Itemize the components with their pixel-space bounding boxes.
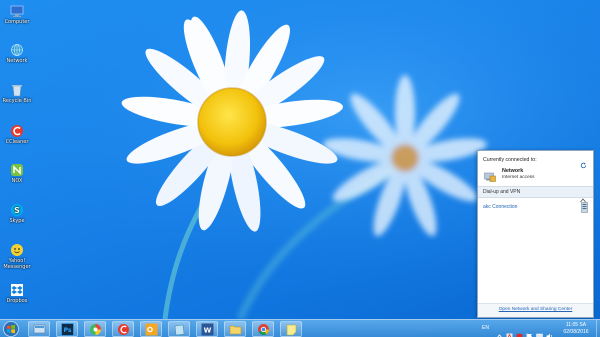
network-tray-icon[interactable] — [536, 325, 543, 337]
outlook-icon — [145, 323, 158, 336]
desktop-icon-label: Network — [6, 58, 28, 64]
language-indicator[interactable]: EN — [482, 325, 489, 331]
open-network-sharing-center-link[interactable]: Open Network and Sharing Center — [478, 304, 593, 312]
desktop-icon-label: Dropbox — [6, 298, 28, 304]
volume-icon[interactable] — [546, 325, 553, 337]
desktop-icon-label: CCleaner — [5, 139, 29, 145]
svg-text:S: S — [14, 206, 20, 215]
desktop-icon-network[interactable]: Network — [0, 43, 34, 64]
taskbar-outlook-button[interactable] — [140, 321, 162, 337]
vpn-connection-item[interactable]: akc Connection — [482, 202, 590, 214]
flyout-header: Currently connected to: — [483, 157, 537, 163]
desktop-icon-recycle-bin[interactable]: Recycle Bin — [0, 83, 34, 104]
connected-network-item[interactable]: Network Internet access — [482, 167, 590, 183]
yahoo-messenger-icon — [10, 243, 24, 257]
taskbar-color-app-button[interactable] — [84, 321, 106, 337]
svg-text:W: W — [204, 327, 212, 335]
desktop-icon-label: Yahoo! Messenger — [3, 258, 31, 270]
taskbar-notes-button[interactable] — [280, 321, 302, 337]
desktop-icon-label: Computer — [4, 19, 30, 25]
photoshop-icon: Ps — [61, 323, 74, 336]
desktop-icon-nox[interactable]: NOX — [0, 163, 34, 184]
action-center-flag-icon[interactable] — [526, 325, 533, 337]
nox-icon — [10, 163, 24, 177]
ccleaner-icon — [10, 124, 24, 138]
folder-icon — [229, 325, 242, 335]
network-status: Internet access — [502, 175, 535, 180]
chrome-color-icon — [90, 324, 101, 335]
word-icon: W — [201, 323, 214, 336]
taskbar: Ps W EN 11:05 SA 02/08/2016 — [0, 319, 600, 337]
connection-label: akc Connection — [483, 204, 518, 210]
clock-time: 11:05 SA — [565, 322, 587, 328]
taskbar-photoshop-button[interactable]: Ps — [56, 321, 78, 337]
taskbar-clock[interactable]: 11:05 SA 02/08/2016 — [560, 322, 592, 336]
taskbar-folder-button[interactable] — [224, 321, 246, 337]
taskbar-ccleaner-button[interactable] — [112, 321, 134, 337]
taskbar-word-button[interactable]: W — [196, 321, 218, 337]
notes-icon — [286, 324, 297, 336]
ccleaner-icon — [118, 324, 129, 335]
desktop-icon-label: Skype — [9, 218, 25, 224]
dialup-vpn-section[interactable]: Dial-up and VPN — [478, 186, 593, 203]
network-flyout: Currently connected to: Network Internet… — [477, 150, 594, 318]
vpn-connection-icon — [581, 200, 588, 213]
taskbar-chrome-button[interactable] — [252, 321, 274, 337]
taskbar-app-button[interactable] — [168, 321, 190, 337]
taskbar-explorer-button[interactable] — [28, 321, 50, 337]
svg-text:Ps: Ps — [64, 327, 72, 334]
flyout-footer: Open Network and Sharing Center — [478, 303, 593, 317]
desktop-icon-ccleaner[interactable]: CCleaner — [0, 124, 34, 145]
clock-date: 02/08/2016 — [563, 329, 589, 335]
desktop-icon-label: NOX — [11, 178, 23, 184]
network-name: Network — [502, 168, 524, 174]
chrome-icon — [258, 324, 269, 335]
network-connection-icon — [484, 169, 496, 182]
section-label: Dial-up and VPN — [483, 189, 521, 195]
explorer-icon — [33, 324, 46, 334]
antivirus-icon[interactable] — [516, 325, 523, 337]
desktop-icon-dropbox[interactable]: Dropbox — [0, 283, 34, 304]
chevron-up-icon — [580, 190, 586, 203]
app-icon — [174, 324, 185, 336]
start-button[interactable] — [1, 320, 21, 337]
recycle-bin-icon — [10, 83, 24, 97]
desktop-icon-label: Recycle Bin — [2, 98, 32, 104]
dropbox-icon — [10, 283, 24, 297]
skype-icon: S — [10, 203, 24, 217]
desktop-icon-skype[interactable]: S Skype — [0, 203, 34, 224]
refresh-icon[interactable] — [580, 156, 587, 169]
desktop-icon-computer[interactable]: Computer — [0, 4, 34, 25]
system-tray: EN 11:05 SA 02/08/2016 — [476, 320, 600, 337]
show-desktop-button[interactable] — [596, 320, 600, 337]
computer-icon — [10, 4, 24, 18]
desktop-icon-yahoo-messenger[interactable]: Yahoo! Messenger — [0, 243, 34, 270]
tray-app-icon[interactable] — [506, 325, 513, 337]
show-hidden-icons-icon[interactable] — [496, 325, 503, 337]
network-icon — [10, 43, 24, 57]
